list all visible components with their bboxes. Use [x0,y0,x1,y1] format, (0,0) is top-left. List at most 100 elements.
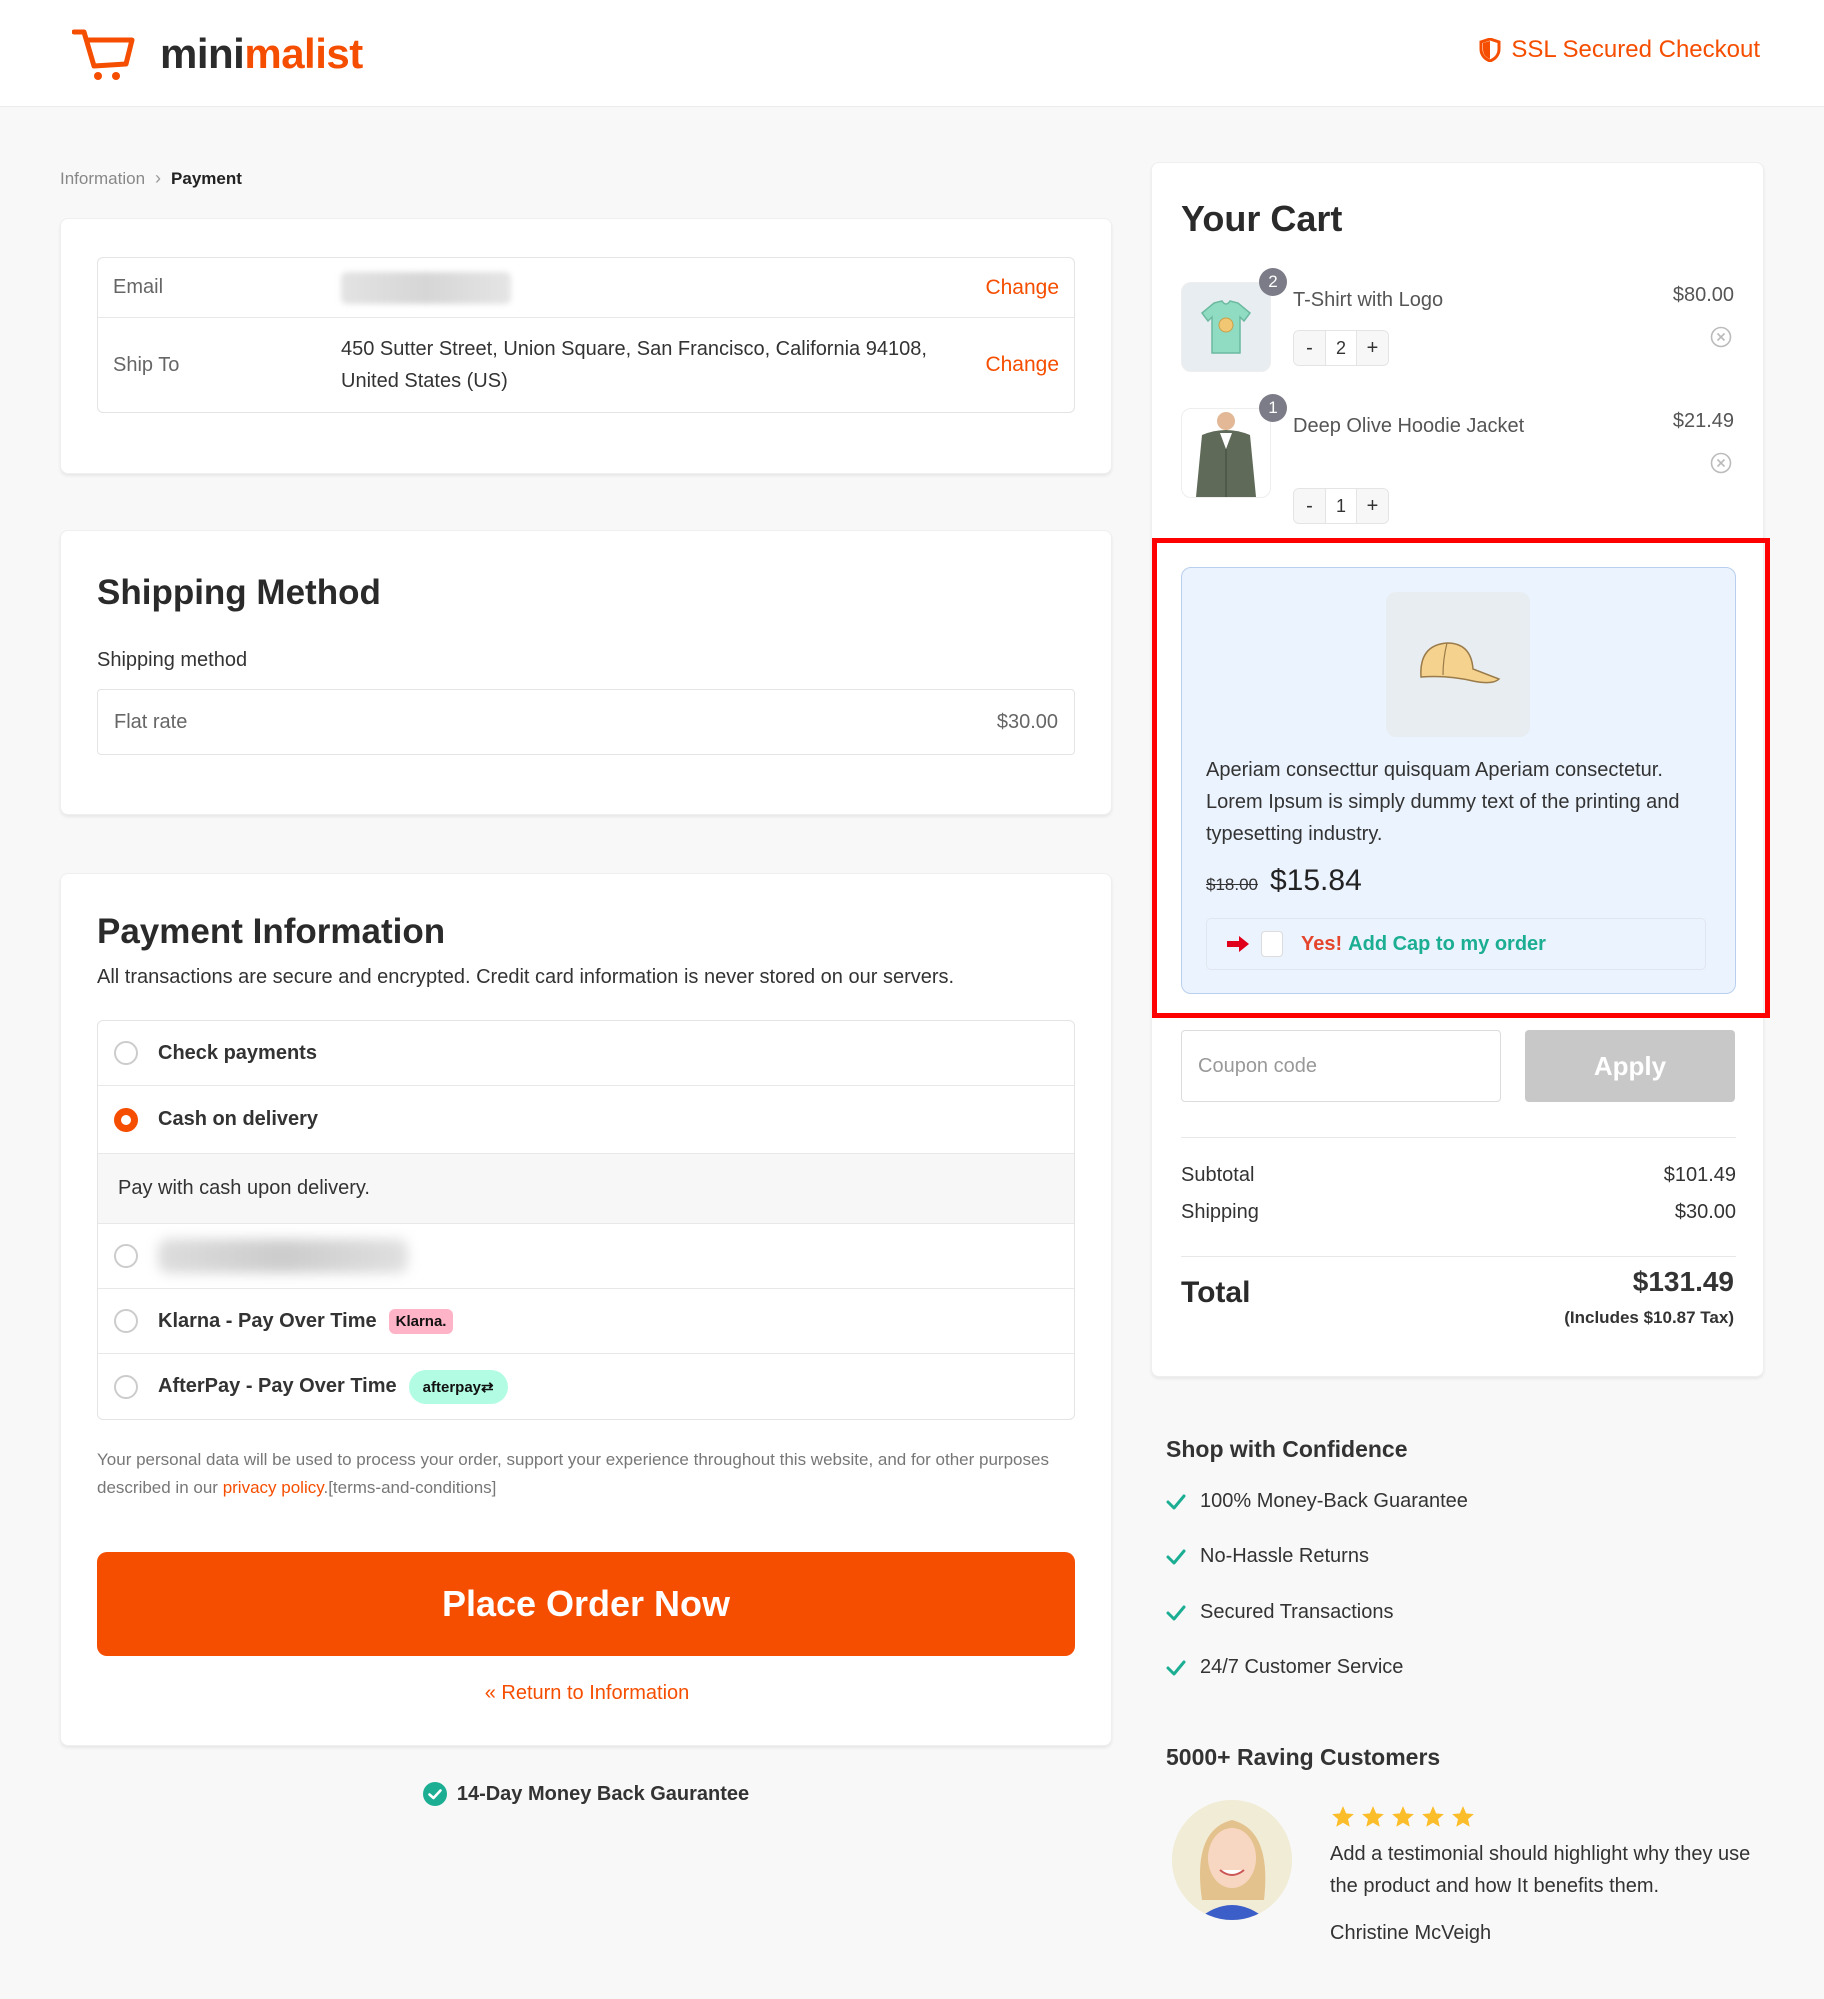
testimonial-text: Add a testimonial should highlight why t… [1330,1843,1751,1897]
radio-check-payments[interactable] [114,1041,138,1065]
quantity-value[interactable]: 1 [1325,489,1357,523]
shipping-row: Shipping $30.00 [1181,1201,1736,1224]
tshirt-thumbnail [1181,282,1271,372]
afterpay-logo: afterpay⇄ [408,1369,508,1404]
breadcrumb-information[interactable]: Information [60,169,145,189]
radio-redacted-option[interactable] [114,1244,138,1268]
hoodie-image-icon [1196,412,1256,497]
cart-title: Your Cart [1181,198,1343,239]
shipping-title: Shipping Method [97,573,381,612]
subtotal-row: Subtotal $101.49 [1181,1164,1736,1187]
apply-coupon-button[interactable]: Apply [1525,1030,1735,1102]
add-upsell-option[interactable]: Yes! Add Cap to my order [1206,918,1706,970]
quantity-badge: 2 [1259,268,1287,296]
ship-to-row: Ship To 450 Sutter Street, Union Square,… [98,318,1074,412]
decrease-qty-button[interactable]: - [1294,489,1325,523]
star-icon [1362,1806,1384,1827]
change-email-link[interactable]: Change [985,276,1059,300]
decrease-qty-button[interactable]: - [1294,331,1325,365]
arrow-right-icon [1227,936,1249,952]
checkmark-icon [1166,1660,1186,1675]
ssl-label: SSL Secured Checkout [1511,36,1760,63]
upsell-description: Aperiam consecttur quisquam Aperiam cons… [1206,759,1680,845]
total-value: $131.49 [1632,1266,1734,1297]
confidence-item: Secured Transactions [1166,1601,1393,1624]
quantity-stepper[interactable]: - 2 + [1293,330,1389,366]
ship-to-label: Ship To [113,353,180,376]
payment-card: Payment Information All transactions are… [60,873,1112,1746]
return-to-information-link[interactable]: « Return to Information [61,1682,1113,1705]
reviewer-name: Christine McVeigh [1330,1922,1492,1944]
privacy-policy-link[interactable]: privacy policy [223,1478,324,1497]
radio-afterpay[interactable] [114,1374,138,1399]
star-icon [1422,1806,1444,1827]
cart-item: 2 T-Shirt with Logo $80.00 - 2 + [1181,268,1734,392]
payment-option-afterpay[interactable]: AfterPay - Pay Over Time afterpay⇄ [98,1354,1074,1419]
item-name: T-Shirt with Logo [1293,289,1444,311]
payment-option-label: AfterPay - Pay Over Time [158,1375,397,1397]
star-icon [1452,1806,1474,1827]
sale-price: $15.84 [1270,864,1362,897]
confidence-text: Secured Transactions [1200,1601,1394,1623]
add-cap-checkbox[interactable] [1261,931,1283,957]
total-label: Total [1181,1276,1251,1309]
email-value [341,271,985,304]
email-label: Email [113,276,164,298]
customer-info-card: Email Change Ship To 450 Sutter Street, … [60,218,1112,474]
ssl-badge: SSL Secured Checkout [1479,36,1760,64]
quantity-stepper[interactable]: - 1 + [1293,488,1389,524]
original-price: $18.00 [1206,875,1258,894]
shipping-method-price: $30.00 [996,710,1058,733]
customer-info-table: Email Change Ship To 450 Sutter Street, … [97,257,1075,413]
shipping-subtitle: Shipping method [97,649,248,671]
remove-item-icon[interactable] [1710,452,1732,479]
confidence-text: 24/7 Customer Service [1200,1656,1404,1678]
quantity-value[interactable]: 2 [1325,331,1357,365]
guarantee-text: 14-Day Money Back Gaurantee [456,1782,750,1805]
hoodie-thumbnail [1181,408,1271,498]
radio-cash-on-delivery[interactable] [114,1107,138,1132]
coupon-code-input[interactable] [1181,1030,1501,1102]
checkmark-icon [1166,1605,1186,1620]
cap-image-icon [1420,641,1501,683]
upsell-price: $18.00 $15.84 [1206,864,1362,898]
radio-klarna[interactable] [114,1309,138,1333]
logo[interactable]: minimalist [72,28,363,80]
star-icon [1332,1806,1354,1827]
cta-yes: Yes! [1301,932,1343,955]
logo-text: minimalist [160,30,363,78]
reviews-title: 5000+ Raving Customers [1166,1744,1441,1770]
payment-option-cod[interactable]: Cash on delivery [98,1086,1074,1154]
redacted-label [158,1239,408,1273]
payment-option-check[interactable]: Check payments [98,1021,1074,1086]
item-name: Deep Olive Hoodie Jacket [1293,415,1525,437]
increase-qty-button[interactable]: + [1357,331,1388,365]
divider [1181,1137,1736,1138]
shipping-option[interactable]: Flat rate $30.00 [97,689,1075,755]
payment-option-redacted[interactable] [98,1224,1074,1289]
shield-icon [1479,38,1501,62]
checkmark-icon [1166,1494,1186,1509]
shipping-method-name: Flat rate [114,710,188,733]
subtotal-label: Subtotal [1181,1164,1255,1186]
payment-option-klarna[interactable]: Klarna - Pay Over Time Klarna. [98,1289,1074,1354]
item-price: $21.49 [1672,410,1734,432]
shipping-value: $30.00 [1674,1201,1736,1223]
cta-add-label[interactable]: Add Cap to my order [1348,933,1546,956]
change-address-link[interactable]: Change [985,353,1059,377]
terms-placeholder: .[terms-and-conditions] [323,1478,497,1497]
cart-logo-icon [72,29,135,80]
shipping-label: Shipping [1181,1201,1259,1223]
remove-item-icon[interactable] [1710,326,1732,353]
cart-item: 1 Deep Olive Hoodie Jacket $21.49 - 1 + [1181,394,1734,528]
tshirt-image-icon [1200,300,1252,354]
increase-qty-button[interactable]: + [1357,489,1388,523]
payment-option-label: Klarna - Pay Over Time [158,1309,377,1332]
payment-option-label: Check payments [158,1041,317,1064]
logo-text-part2: malist [244,30,363,77]
chevron-right-icon: › [155,168,162,188]
afterpay-logo-text: afterpay [422,1378,481,1396]
place-order-button[interactable]: Place Order Now [97,1552,1075,1656]
breadcrumb-payment: Payment [171,168,242,188]
afterpay-arrows-icon: ⇄ [481,1378,494,1396]
